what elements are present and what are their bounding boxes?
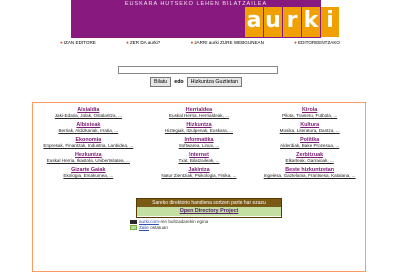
subcategory-links[interactable]: Enpresak, Finantzak, Industria, Lanbidea… (33, 143, 144, 149)
subcategory-links[interactable]: Berriak, Aldizkariak, Irratia, ... (33, 128, 144, 134)
search-controls: Bilatu edo Hizkuntza Guztietan (150, 76, 243, 88)
category-item: Kirola Pilota, Traineru, Futbola, ... (254, 107, 365, 119)
aurki-logo[interactable]: a u r k i (245, 7, 339, 37)
logo-letter: r (283, 7, 301, 37)
nav-link-editoreentzako[interactable]: ●EDITOREENTZAKO (294, 40, 340, 45)
subcategory-links[interactable]: Jaki-Edaria, Jolak, Ostalaritza, ... (33, 113, 144, 119)
footer-text: ostatuan (150, 225, 168, 230)
category-item: Hizkuntza Hiztegiak, Itzulpenak, Euskara,… (144, 122, 255, 134)
category-item: Beste hizkuntzetan Ingelesa, Gaztelania, … (254, 167, 365, 179)
subcategory-links[interactable]: Alderdiak, Bake Prozesua, ... (254, 143, 365, 149)
top-navigation: ●IZAN EDITORE ●ZER DA aurki? ●JARRI aurk… (60, 40, 340, 45)
category-item: Zerbitzuak Elkarteak, Garraioak, ... (254, 152, 365, 164)
open-directory-link[interactable]: Open Directory Project (137, 207, 281, 216)
footer-line: Zaile ostatuan (130, 225, 290, 231)
subcategory-links[interactable]: Euskal Herria, Ikastola, Unibertsitatea,… (33, 158, 144, 164)
subcategory-links[interactable]: Musika, Literatura, Dantza, ... (254, 128, 365, 134)
bullet-icon: ● (126, 40, 129, 45)
category-item: Jakintza Natur Zientziak, Psikologia, Fis… (144, 167, 255, 179)
open-directory-promo: Sareko direktorio handiena sortzen parte… (136, 198, 282, 218)
nav-link-jarri[interactable]: ●JARRI aurki ZURE WEBGUNEAN (190, 40, 263, 45)
nav-link-label: EDITOREENTZAKO (297, 40, 340, 45)
nav-link-label: JARRI aurki ZURE WEBGUNEAN (194, 40, 264, 45)
category-item: Kultura Musika, Literatura, Dantza, ... (254, 122, 365, 134)
category-directory: Aisialdia Jaki-Edaria, Jolak, Ostalaritza… (32, 102, 366, 272)
logo-letter: u (264, 7, 282, 37)
category-item: Internet Txat, Bilatzaileak, ... (144, 152, 255, 164)
subcategory-links[interactable]: Elkarteak, Garraioak, ... (254, 158, 365, 164)
nav-link-zer-da[interactable]: ●ZER DA aurki? (126, 40, 160, 45)
category-item: Hezkuntza Euskal Herria, Ikastola, Uniber… (33, 152, 144, 164)
subcategory-links[interactable]: Pilota, Traineru, Futbola, ... (254, 113, 365, 119)
logo-letter: k (302, 7, 320, 37)
logo-letter: a (245, 7, 263, 37)
category-item: Informatika Softwarea, Linux, ... (144, 137, 255, 149)
category-item: Aisialdia Jaki-Edaria, Jolak, Ostalaritza… (33, 107, 144, 119)
subcategory-links[interactable]: Hiztegiak, Itzulpenak, Euskara, ... (144, 128, 255, 134)
subcategory-links[interactable]: Ekologia, Emakumea, ... (33, 173, 144, 179)
nav-link-label: ZER DA aurki? (129, 40, 161, 45)
search-input[interactable] (118, 66, 278, 74)
footer: aurki.com-ren bultzadarekin egina Zaile … (130, 219, 290, 231)
subcategory-links[interactable]: Natur Zientziak, Psikologia, Fisika, ... (144, 173, 255, 179)
category-item: Ekonomia Enpresak, Finantzak, Industria, … (33, 137, 144, 149)
bullet-icon: ● (190, 40, 194, 45)
bullet-icon: ● (60, 40, 63, 45)
category-item: Politika Alderdiak, Bake Prozesua, ... (254, 137, 365, 149)
nav-link-izan-editore[interactable]: ●IZAN EDITORE (60, 40, 96, 45)
subcategory-links[interactable]: Ingelesa, Gaztelania, Frantsesa, Katalan… (254, 173, 365, 179)
category-grid: Aisialdia Jaki-Edaria, Jolak, Ostalaritza… (33, 107, 365, 179)
header-banner: EUSKARA HUTSEKO LEHEN BILATZAILEA a u r … (71, 0, 339, 38)
logo-letter: i (321, 7, 339, 37)
footer-text: -ren bultzadarekin egina (158, 219, 209, 224)
or-label: edo (174, 79, 184, 85)
bullet-icon: ● (294, 40, 297, 45)
category-item: Herrialdea Euskal Herria, Herrialdeak, ..… (144, 107, 255, 119)
nav-link-label: IZAN EDITORE (63, 40, 96, 45)
subcategory-links[interactable]: Euskal Herria, Herrialdeak, ... (144, 113, 255, 119)
category-item: Albisteak Berriak, Aldizkariak, Irratia, … (33, 122, 144, 134)
all-languages-button[interactable]: Hizkuntza Guztietan (186, 77, 243, 87)
subcategory-links[interactable]: Txat, Bilatzaileak, ... (144, 158, 255, 164)
subcategory-links[interactable]: Softwarea, Linux, ... (144, 143, 255, 149)
footer-link[interactable]: aurki.com (139, 219, 159, 224)
host-link[interactable]: Zaile (139, 225, 149, 230)
host-logo-icon (130, 225, 137, 231)
promo-text: Sareko direktorio handiena sortzen parte… (137, 199, 281, 207)
search-button[interactable]: Bilatu (150, 77, 172, 87)
flag-icon (130, 219, 137, 224)
category-item: Gizarte Gaiak Ekologia, Emakumea, ... (33, 167, 144, 179)
